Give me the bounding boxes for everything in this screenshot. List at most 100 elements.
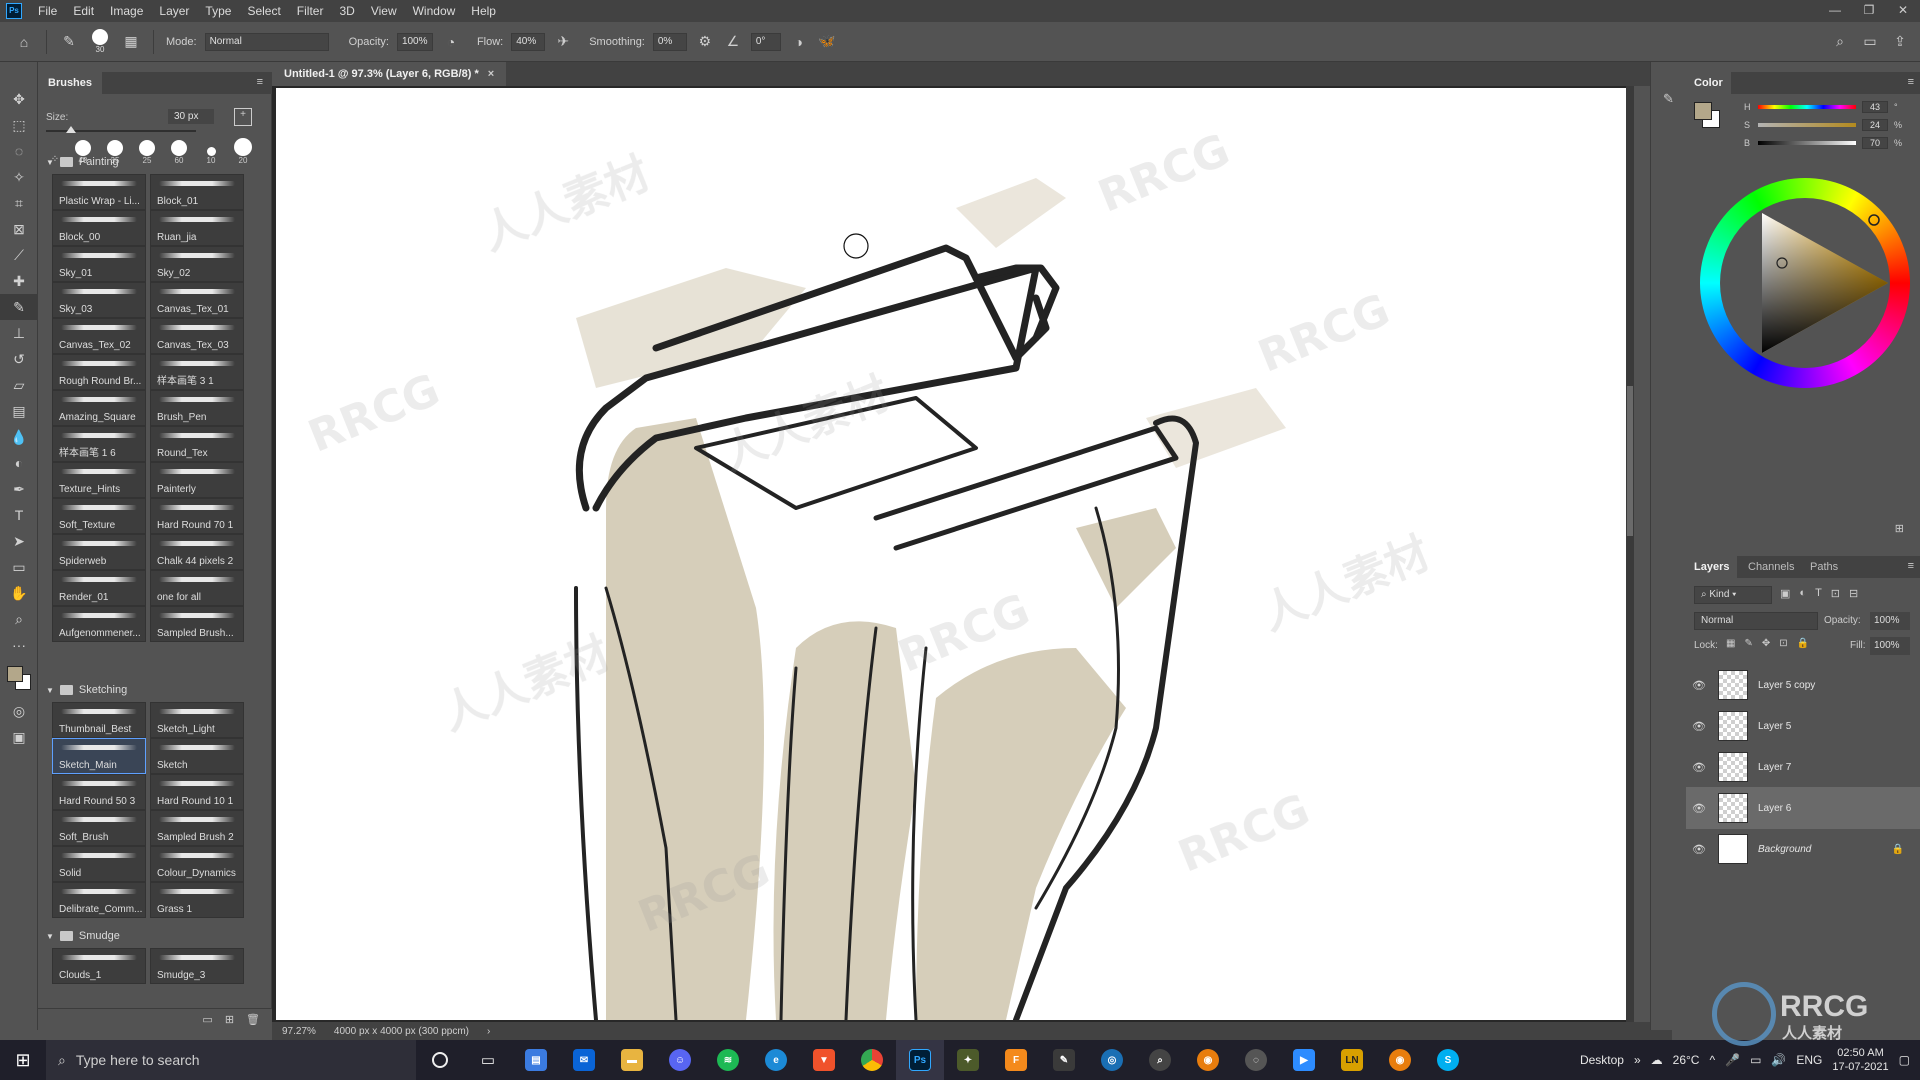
document-info[interactable]: 4000 px x 4000 px (300 ppcm) — [334, 1026, 469, 1037]
brush-item[interactable]: 样本画笔 1 6 — [52, 426, 146, 462]
layer-name[interactable]: Layer 5 — [1758, 721, 1791, 732]
filter-smart-icon[interactable]: ⊟ — [1849, 587, 1858, 600]
volume-icon[interactable]: 🔊 — [1771, 1053, 1786, 1067]
desktop-toolbar[interactable]: Desktop — [1580, 1053, 1624, 1067]
scrollbar-thumb[interactable] — [1627, 386, 1633, 536]
brush-item[interactable]: Texture_Hints — [52, 462, 146, 498]
home-icon[interactable]: ⌂ — [14, 32, 34, 52]
filter-type-icon[interactable]: T — [1815, 587, 1822, 600]
hue-input[interactable]: 43 — [1862, 101, 1888, 113]
brush-item[interactable]: Canvas_Tex_01 — [150, 282, 244, 318]
brush-group-smudge[interactable]: ▼ Smudge — [46, 926, 120, 946]
network-icon[interactable]: ▭ — [1750, 1053, 1761, 1067]
color-triangle[interactable] — [1700, 178, 1910, 388]
app-icon[interactable]: F — [992, 1040, 1040, 1080]
brush-item[interactable]: Smudge_3 — [150, 948, 244, 984]
size-slider[interactable] — [46, 126, 196, 133]
brush-item[interactable]: Chalk 44 pixels 2 — [150, 534, 244, 570]
menu-layer[interactable]: Layer — [151, 0, 197, 22]
symmetry-icon[interactable]: 🦋 — [817, 32, 837, 52]
menu-type[interactable]: Type — [197, 0, 239, 22]
zoom-level[interactable]: 97.27% — [282, 1026, 316, 1037]
brush-item[interactable]: Block_01 — [150, 174, 244, 210]
brush-item[interactable]: Sampled Brush... — [150, 606, 244, 642]
brush-item[interactable]: Canvas_Tex_02 — [52, 318, 146, 354]
lock-all-icon[interactable]: 🔒 — [1797, 638, 1809, 649]
brush-item[interactable]: Round_Tex — [150, 426, 244, 462]
tab-paths[interactable]: Paths — [1802, 556, 1846, 578]
brush-item[interactable]: Hard Round 70 1 — [150, 498, 244, 534]
lock-image-icon[interactable]: ✎ — [1744, 638, 1752, 649]
app-icon[interactable]: ✦ — [944, 1040, 992, 1080]
brush-settings-panel-icon[interactable]: ✎ — [1651, 86, 1686, 112]
move-tool-icon[interactable]: ✥ — [0, 86, 38, 112]
brush-item[interactable]: Painterly — [150, 462, 244, 498]
brush-item[interactable]: Hard Round 50 3 — [52, 774, 146, 810]
brush-item[interactable]: Sky_01 — [52, 246, 146, 282]
brush-item[interactable]: Sky_02 — [150, 246, 244, 282]
preset-20[interactable]: 20 — [230, 138, 256, 165]
filter-adjustment-icon[interactable]: ◐ — [1799, 587, 1806, 600]
app-icon[interactable]: ✎ — [1040, 1040, 1088, 1080]
brush-item[interactable]: Solid — [52, 846, 146, 882]
color-tab[interactable]: Color — [1686, 72, 1731, 94]
brush-item[interactable]: Ruan_jia — [150, 210, 244, 246]
language-indicator[interactable]: ENG — [1796, 1053, 1822, 1067]
brush-preset-picker[interactable]: 30 — [87, 29, 113, 54]
frame-tool-icon[interactable]: ⊠ — [0, 216, 38, 242]
menu-select[interactable]: Select — [239, 0, 288, 22]
magic-wand-tool-icon[interactable]: ✧ — [0, 164, 38, 190]
stamp-tool-icon[interactable]: ⊥ — [0, 320, 38, 346]
brushes-tab[interactable]: Brushes — [38, 72, 103, 94]
clock[interactable]: 02:50 AM 17-07-2021 — [1832, 1046, 1888, 1074]
close-icon[interactable]: ✕ — [1886, 0, 1920, 20]
size-input[interactable]: 30 px — [168, 109, 214, 124]
menu-view[interactable]: View — [363, 0, 405, 22]
layer-row-selected[interactable]: 👁 Layer 6 — [1686, 787, 1920, 829]
blender-icon[interactable]: ◉ — [1184, 1040, 1232, 1080]
app-icon[interactable]: ⌕ — [1136, 1040, 1184, 1080]
layer-filter-kind[interactable]: ⌕ Kind ▾ — [1694, 586, 1772, 604]
brush-item[interactable]: Brush_Pen — [150, 390, 244, 426]
document-tab[interactable]: Untitled-1 @ 97.3% (Layer 6, RGB/8) * × — [272, 62, 507, 86]
layer-row[interactable]: 👁 Background 🔒 — [1686, 828, 1920, 870]
airbrush-icon[interactable]: ✈ — [553, 32, 573, 52]
brush-item[interactable]: Block_00 — [52, 210, 146, 246]
expand-icon[interactable]: ⊞ — [1895, 522, 1904, 535]
layer-name[interactable]: Layer 5 copy — [1758, 680, 1815, 691]
fill-input[interactable]: 100% — [1870, 637, 1910, 655]
chevron-right-icon[interactable]: › — [487, 1026, 490, 1037]
edge-icon[interactable]: e — [752, 1040, 800, 1080]
angle-input[interactable]: 0° — [750, 32, 781, 51]
color-wheel[interactable] — [1700, 178, 1910, 388]
microphone-icon[interactable]: 🎤 — [1725, 1053, 1740, 1067]
search-icon[interactable]: ⌕ — [1830, 32, 1850, 52]
layer-name[interactable]: Layer 6 — [1758, 803, 1791, 814]
minimize-icon[interactable]: — — [1818, 0, 1852, 20]
panel-menu-icon[interactable]: ≡ — [1908, 76, 1914, 88]
brave-icon[interactable]: ▼ — [800, 1040, 848, 1080]
blend-mode-select[interactable]: Normal — [1694, 612, 1818, 630]
brush-item-selected[interactable]: Sketch_Main — [52, 738, 146, 774]
eye-icon[interactable]: 👁 — [1686, 761, 1712, 774]
pen-tool-icon[interactable]: ✒ — [0, 476, 38, 502]
file-explorer-icon[interactable]: ▬ — [608, 1040, 656, 1080]
brush-item[interactable]: 样本画笔 3 1 — [150, 354, 244, 390]
size-slider-handle[interactable] — [66, 126, 76, 133]
canvas[interactable]: 人人素材 RRCG RRCG 人人素材 RRCG 人人素材 RRCG 人人素材 … — [276, 88, 1626, 1020]
filter-pixel-icon[interactable]: ▣ — [1780, 587, 1790, 600]
task-view-icon[interactable]: ▭ — [464, 1040, 512, 1080]
brush-item[interactable]: Canvas_Tex_03 — [150, 318, 244, 354]
gear-icon[interactable]: ⚙ — [695, 32, 715, 52]
eye-icon[interactable]: 👁 — [1686, 802, 1712, 815]
brush-item[interactable]: Sketch — [150, 738, 244, 774]
brightness-slider[interactable] — [1758, 141, 1856, 145]
brightness-input[interactable]: 70 — [1862, 137, 1888, 149]
spotify-icon[interactable]: ≋ — [704, 1040, 752, 1080]
brush-item[interactable]: Sky_03 — [52, 282, 146, 318]
menu-file[interactable]: File — [30, 0, 65, 22]
brush-item[interactable]: Delibrate_Comm... — [52, 882, 146, 918]
chevron-right-icon[interactable]: » — [1634, 1053, 1641, 1067]
cortana-icon[interactable] — [416, 1040, 464, 1080]
more-tools-icon[interactable]: ··· — [0, 632, 38, 658]
